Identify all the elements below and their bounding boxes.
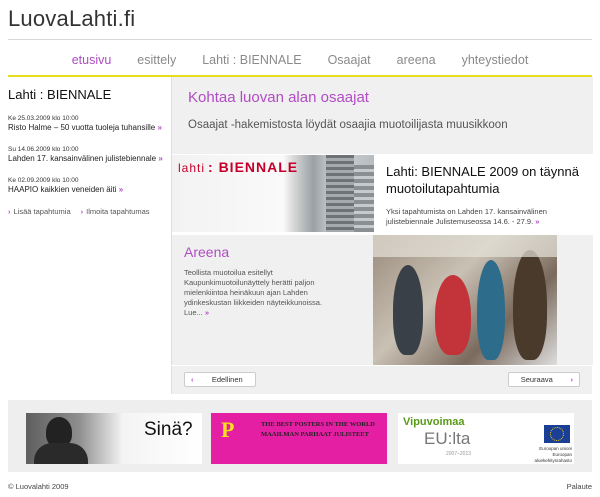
sidebar-links: › Lisää tapahtumia › Ilmoita tapahtumas xyxy=(8,207,170,216)
main-nav: etusivu esittely Lahti : BIENNALE Osaaja… xyxy=(0,50,600,70)
next-button[interactable]: Seuraava › xyxy=(508,372,580,387)
banner-sina[interactable]: Sinä? xyxy=(26,413,202,464)
eu-flag-icon xyxy=(544,425,570,443)
areena-title[interactable]: Areena xyxy=(184,244,229,260)
areena-panel: Areena Teollista muotoilua esitellyt Kau… xyxy=(172,235,593,365)
copyright: © Luovalahti 2009 xyxy=(8,482,69,491)
event-date: Ke 25.03.2009 klo 10:00 xyxy=(8,115,79,122)
report-event-label[interactable]: Ilmoita tapahtumas xyxy=(86,207,149,216)
chevron-right-icon: » xyxy=(158,154,163,163)
chevron-right-icon: › xyxy=(80,207,84,216)
featured-summary: Yksi tapahtumista on Lahden 17. kansainv… xyxy=(386,207,547,226)
silhouette-body xyxy=(34,443,88,464)
sidebar: Lahti : BIENNALE Ke 25.03.2009 klo 10:00… xyxy=(8,77,170,365)
eu-line2: EU:lta xyxy=(424,429,471,448)
featured-article: lahti: BIENNALE Lahti: BIENNALE 2009 on … xyxy=(172,155,593,235)
event-date: Ke 02.09.2009 klo 10:00 xyxy=(8,177,79,184)
logo-prefix: lahti xyxy=(178,161,206,175)
nav-item-areena[interactable]: areena xyxy=(384,50,449,70)
sidebar-title: Lahti : BIENNALE xyxy=(8,87,112,102)
header-divider xyxy=(8,39,592,40)
prev-label: Edellinen xyxy=(211,375,243,384)
eu-years: 2007–2013 xyxy=(446,451,472,457)
person-figure xyxy=(477,260,505,360)
posters-line2: MAAILMAN PARHAAT JULISTEET xyxy=(261,431,369,438)
pager-bar: ‹ Edellinen Seuraava › xyxy=(171,366,592,394)
event-title[interactable]: Risto Halme – 50 vuotta tuoleja tuhansil… xyxy=(8,123,155,132)
event-item[interactable]: Ke 25.03.2009 klo 10:00 Risto Halme – 50… xyxy=(8,114,170,133)
chevron-right-icon: › xyxy=(8,207,11,216)
biennale-logo: lahti: BIENNALE xyxy=(178,159,301,175)
prev-button[interactable]: ‹ Edellinen xyxy=(184,372,256,387)
more-events-label[interactable]: Lisää tapahtumia xyxy=(14,207,71,216)
eu-line1: Vipuvoimaa xyxy=(403,416,465,428)
chevron-right-icon: › xyxy=(570,375,574,384)
banner-sina-text: Sinä? xyxy=(144,419,193,440)
nav-item-etusivu[interactable]: etusivu xyxy=(59,50,125,70)
more-events-link[interactable]: › Lisää tapahtumia xyxy=(8,207,71,216)
eu-fund-text: Euroopan unioni Euroopan aluekehitysraha… xyxy=(534,446,572,463)
banner-eu[interactable]: Vipuvoimaa EU:lta 2007–2013 Euroopan uni… xyxy=(398,413,574,464)
chevron-right-icon: » xyxy=(118,185,124,194)
posters-logo: P xyxy=(221,417,235,442)
main-content: Kohtaa luovan alan osaajat Osaajat -hake… xyxy=(171,77,593,365)
event-title[interactable]: Lahden 17. kansainvälinen julistebiennal… xyxy=(8,154,156,163)
building-graphic xyxy=(354,165,374,232)
nav-item-biennale[interactable]: Lahti : BIENNALE xyxy=(189,50,314,70)
logo-brand: : BIENNALE xyxy=(208,159,299,175)
site-logo[interactable]: LuovaLahti.fi xyxy=(8,6,135,32)
chevron-right-icon: » xyxy=(157,123,162,132)
chevron-left-icon: ‹ xyxy=(191,375,194,384)
exhibition-photo[interactable] xyxy=(373,235,557,365)
person-figure xyxy=(435,275,471,355)
event-item[interactable]: Ke 02.09.2009 klo 10:00 HAAPIO kaikkien … xyxy=(8,176,170,195)
hero-text: Osaajat -hakemistosta löydät osaajia muo… xyxy=(188,119,508,131)
chevron-right-icon[interactable]: » xyxy=(205,308,209,317)
building-graphic xyxy=(326,155,354,232)
event-item[interactable]: Su 14.06.2009 klo 10:00 Lahden 17. kansa… xyxy=(8,145,170,164)
posters-line1: THE BEST POSTERS IN THE WORLD xyxy=(261,421,375,428)
person-figure xyxy=(513,250,547,360)
window-glare xyxy=(373,235,557,257)
next-label: Seuraava xyxy=(520,375,553,384)
person-figure xyxy=(393,265,423,355)
featured-text: Lahti: BIENNALE 2009 on täynnä muotoilut… xyxy=(386,163,591,227)
feedback-link[interactable]: Palaute xyxy=(567,482,592,491)
event-title[interactable]: HAAPIO kaikkien veneiden äiti xyxy=(8,185,117,194)
report-event-link[interactable]: › Ilmoita tapahtumas xyxy=(81,207,150,216)
biennale-image[interactable]: lahti: BIENNALE xyxy=(172,155,374,232)
hero-title[interactable]: Kohtaa luovan alan osaajat xyxy=(188,89,369,106)
nav-item-yhteystiedot[interactable]: yhteystiedot xyxy=(449,50,542,70)
banner-posters[interactable]: P THE BEST POSTERS IN THE WORLD MAAILMAN… xyxy=(211,413,387,464)
chevron-right-icon[interactable]: » xyxy=(535,217,539,226)
hero-panel: Kohtaa luovan alan osaajat Osaajat -hake… xyxy=(172,77,593,154)
nav-item-osaajat[interactable]: Osaajat xyxy=(315,50,384,70)
nav-item-esittely[interactable]: esittely xyxy=(124,50,189,70)
event-date: Su 14.06.2009 klo 10:00 xyxy=(8,146,79,153)
featured-title[interactable]: Lahti: BIENNALE 2009 on täynnä muotoilut… xyxy=(386,163,591,197)
